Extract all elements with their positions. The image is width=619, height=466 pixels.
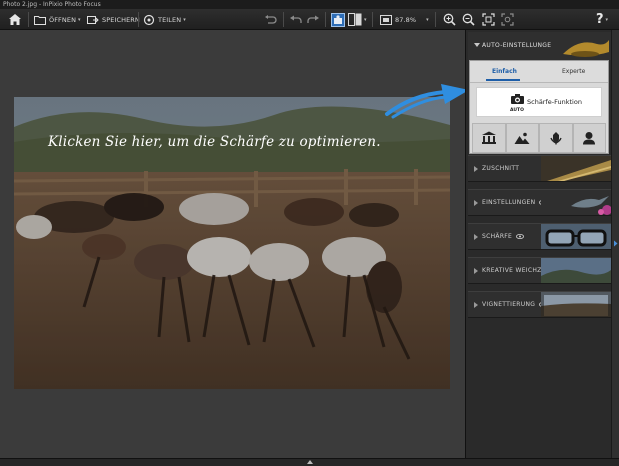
auto-mode-tabs: Einfach Experte — [470, 61, 608, 83]
section-crop-label: ZUSCHNITT — [482, 165, 520, 172]
reset-button[interactable] — [264, 11, 277, 28]
auto-badge: AUTO — [510, 108, 524, 113]
caret-right-icon — [474, 302, 478, 308]
caret-right-icon — [474, 166, 478, 172]
section-sharpness-label: SCHÄRFE — [482, 233, 525, 240]
sharpness-hint-text: Klicken Sie hier, um die Schärfe zu opti… — [48, 134, 381, 150]
chevron-down-icon: ▾ — [426, 16, 429, 23]
magic-lamp-icon — [551, 32, 611, 60]
landscape-icon — [514, 132, 530, 144]
section-sharpness[interactable]: SCHÄRFE — [468, 223, 611, 250]
hummingbird-icon — [541, 190, 611, 215]
fit-screen-icon — [380, 14, 392, 25]
fit-view-button[interactable] — [482, 11, 495, 28]
eye-icon[interactable] — [516, 234, 525, 239]
scene-mode-buttons — [472, 123, 606, 153]
flower-icon — [550, 132, 562, 145]
tab-expert[interactable]: Experte — [562, 68, 585, 75]
home-button[interactable] — [8, 11, 22, 28]
undo-button[interactable] — [289, 11, 302, 28]
save-export-icon — [87, 15, 99, 24]
share-button[interactable]: TEILEN ▾ — [143, 11, 186, 28]
fit-view-icon — [482, 13, 495, 26]
chevron-down-icon: ▾ — [183, 16, 186, 23]
view-compare-button[interactable]: ▾ — [348, 11, 367, 28]
share-label: TEILEN — [158, 15, 182, 24]
section-crop[interactable]: ZUSCHNITT — [468, 155, 611, 182]
undo-icon — [290, 15, 302, 23]
reset-icon — [265, 15, 277, 24]
section-vignette-label: VIGNETTIERUNG — [482, 301, 548, 308]
open-label: ÖFFNEN — [49, 15, 77, 24]
view-compare-icon — [348, 13, 362, 26]
view-single-icon — [331, 12, 345, 27]
view-single-button[interactable] — [331, 11, 345, 28]
window-title: Photo 2.jpg - InPixio Photo Focus — [3, 1, 101, 8]
auto-settings-panel: Einfach Experte AUTO Schärfe-Funktion — [469, 60, 609, 154]
panel-collapse-strip[interactable] — [611, 30, 619, 458]
chevron-down-icon: ▾ — [605, 16, 609, 23]
save-label: SPEICHERN — [102, 15, 140, 24]
main-toolbar: ÖFFNEN ▾ SPEICHERN TEILEN ▾ ▾ 87.8% ▾ ? … — [0, 9, 619, 30]
caret-down-icon — [474, 43, 480, 47]
redo-icon — [307, 15, 319, 23]
collapse-arrow-icon — [614, 240, 618, 247]
hint-arrow-icon — [385, 84, 469, 119]
caret-right-icon — [474, 268, 478, 274]
sharpness-function-label: Schärfe-Funktion — [527, 98, 582, 106]
architecture-icon — [481, 131, 496, 144]
vignette-landscape-icon — [541, 292, 611, 317]
caret-right-icon — [474, 234, 478, 240]
window-titlebar: Photo 2.jpg - InPixio Photo Focus — [0, 0, 619, 9]
actual-size-button[interactable] — [501, 11, 514, 28]
mode-portrait-button[interactable] — [572, 123, 606, 153]
chevron-down-icon: ▾ — [364, 16, 367, 23]
chevron-down-icon: ▾ — [78, 16, 81, 23]
open-button[interactable]: ÖFFNEN ▾ — [34, 11, 81, 28]
zoom-in-button[interactable] — [443, 11, 456, 28]
zoom-out-button[interactable] — [462, 11, 475, 28]
mode-landscape-button[interactable] — [505, 123, 539, 153]
folder-icon — [34, 15, 46, 25]
active-tab-indicator — [486, 79, 520, 81]
auto-settings-header[interactable]: AUTO-EINSTELLUNGEN — [468, 32, 611, 60]
zoom-in-icon — [443, 13, 456, 26]
redo-button[interactable] — [307, 11, 320, 28]
right-panel: AUTO-EINSTELLUNGEN Einfach Experte AUTO … — [465, 30, 611, 458]
actual-size-icon — [501, 13, 514, 26]
section-vignette[interactable]: VIGNETTIERUNG — [468, 291, 611, 318]
expand-up-icon[interactable] — [307, 460, 313, 464]
crop-tool-icon — [541, 156, 611, 181]
landscape-blur-icon — [541, 258, 611, 283]
help-button[interactable]: ? ▾ — [596, 11, 608, 28]
share-icon — [143, 14, 155, 25]
save-button[interactable]: SPEICHERN — [87, 11, 140, 28]
mode-flower-button[interactable] — [539, 123, 573, 153]
auto-settings-title: AUTO-EINSTELLUNGEN — [482, 42, 557, 49]
home-icon — [9, 14, 21, 25]
caret-right-icon — [474, 200, 478, 206]
glasses-icon — [541, 224, 611, 249]
section-adjustments[interactable]: EINSTELLUNGEN — [468, 189, 611, 216]
zoom-value: 87.8% — [395, 15, 417, 24]
tab-simple[interactable]: Einfach — [492, 68, 517, 75]
sharpness-function-button[interactable]: AUTO Schärfe-Funktion — [476, 87, 602, 117]
zoom-out-icon — [462, 13, 475, 26]
help-icon: ? — [596, 12, 604, 27]
section-creative-blur[interactable]: KREATIVE WEICHZEICHNUNG — [468, 257, 611, 284]
section-adjustments-label: EINSTELLUNGEN — [482, 199, 548, 206]
camera-auto-icon — [511, 94, 524, 104]
mode-architecture-button[interactable] — [472, 123, 506, 153]
portrait-icon — [583, 132, 596, 145]
zoom-display[interactable]: 87.8% ▾ — [380, 11, 429, 28]
status-bar — [0, 458, 619, 466]
